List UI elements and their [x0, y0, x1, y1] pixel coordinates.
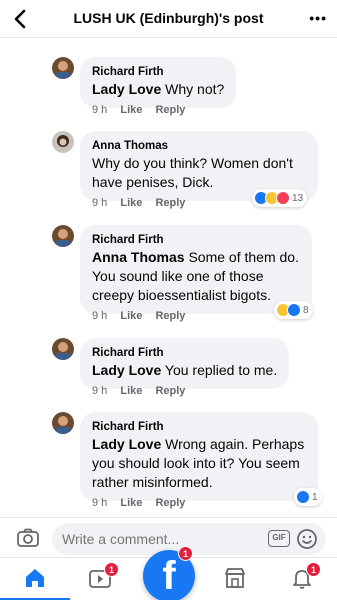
love-reaction-icon — [276, 191, 290, 205]
comment-actions: 9 h Like Reply — [92, 197, 195, 209]
camera-icon[interactable] — [16, 527, 40, 549]
avatar[interactable] — [52, 131, 74, 153]
comment-author[interactable]: Richard Firth — [92, 420, 306, 435]
comment-author[interactable]: Richard Firth — [92, 346, 277, 361]
comment-time: 9 h — [92, 385, 108, 397]
like-reaction-icon — [287, 303, 301, 317]
mention-tag[interactable]: Lady Love — [92, 362, 161, 378]
like-button[interactable]: Like — [120, 497, 142, 509]
like-reaction-icon — [296, 490, 310, 504]
avatar[interactable] — [52, 225, 74, 247]
notifications-badge: 1 — [306, 562, 321, 577]
reply-button[interactable]: Reply — [155, 310, 185, 322]
comment-text: Lady Love Wrong again. Perhaps you shoul… — [92, 435, 306, 492]
comment-bubble[interactable]: Richard Firth Lady Love Wrong again. Per… — [80, 412, 318, 501]
comment-actions: 9 h Like Reply — [92, 104, 195, 116]
comment-actions: 9 h Like Reply — [92, 385, 195, 397]
like-button[interactable]: Like — [120, 310, 142, 322]
reaction-summary[interactable]: 13 — [252, 189, 308, 207]
gif-button[interactable]: GIF — [268, 530, 290, 547]
comment-bubble[interactable]: Richard Firth Anna Thomas Some of them d… — [80, 225, 312, 314]
comment-time: 9 h — [92, 310, 108, 322]
comment-text: Anna Thomas Some of them do. You sound l… — [92, 248, 300, 305]
home-badge: 1 — [178, 546, 193, 561]
reply-button[interactable]: Reply — [155, 497, 185, 509]
more-options-icon[interactable]: ••• — [309, 10, 327, 26]
comment-author[interactable]: Anna Thomas — [92, 139, 306, 154]
comment-text: Lady Love You replied to me. — [92, 361, 277, 380]
avatar[interactable] — [52, 57, 74, 79]
home-tab-icon[interactable] — [23, 566, 47, 590]
reply-button[interactable]: Reply — [155, 104, 185, 116]
comment-input[interactable] — [62, 529, 252, 549]
comment-body: Why not? — [161, 81, 225, 97]
comment-time: 9 h — [92, 197, 108, 209]
watch-badge: 1 — [104, 562, 119, 577]
comment-body: Why do you think? Women don't have penis… — [92, 155, 293, 190]
avatar[interactable] — [52, 412, 74, 434]
comment-text: Lady Love Why not? — [92, 80, 224, 99]
comments-thread[interactable]: Richard Firth Lady Love Why not? 9 h Lik… — [0, 39, 337, 517]
reaction-summary[interactable]: 1 — [294, 488, 322, 506]
like-button[interactable]: Like — [120, 385, 142, 397]
mention-tag[interactable]: Lady Love — [92, 436, 161, 452]
marketplace-tab-icon[interactable] — [223, 566, 247, 590]
back-arrow-icon[interactable] — [10, 8, 32, 30]
comment-bubble[interactable]: Richard Firth Lady Love Why not? — [80, 57, 237, 108]
reaction-summary[interactable]: 8 — [274, 301, 313, 319]
comment-actions: 9 h Like Reply — [92, 310, 195, 322]
reply-button[interactable]: Reply — [155, 385, 185, 397]
reaction-count: 13 — [292, 192, 304, 204]
mention-tag[interactable]: Lady Love — [92, 81, 161, 97]
like-button[interactable]: Like — [120, 104, 142, 116]
like-button[interactable]: Like — [120, 197, 142, 209]
comment-time: 9 h — [92, 497, 108, 509]
reaction-count: 1 — [312, 491, 318, 503]
reply-button[interactable]: Reply — [155, 197, 185, 209]
comment-bubble[interactable]: Richard Firth Lady Love You replied to m… — [80, 338, 290, 389]
top-bar: LUSH UK (Edinburgh)'s post ••• — [0, 0, 337, 38]
comment-author[interactable]: Richard Firth — [92, 65, 224, 80]
comment-author[interactable]: Richard Firth — [92, 233, 300, 248]
comment-actions: 9 h Like Reply — [92, 497, 195, 509]
reaction-count: 8 — [303, 304, 309, 316]
comment-body: You replied to me. — [161, 362, 278, 378]
avatar[interactable] — [52, 338, 74, 360]
comment-time: 9 h — [92, 104, 108, 116]
page-title: LUSH UK (Edinburgh)'s post — [73, 10, 264, 26]
emoji-icon[interactable] — [296, 528, 318, 550]
mention-tag[interactable]: Anna Thomas — [92, 249, 185, 265]
